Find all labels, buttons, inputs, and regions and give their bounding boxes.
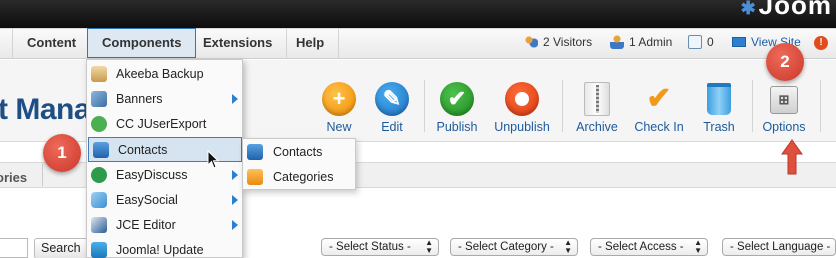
options-button[interactable]: ⊞ Options xyxy=(754,82,814,134)
menu-extensions[interactable]: Extensions xyxy=(189,29,288,59)
select-arrows-icon: ▲ ▼ xyxy=(425,238,433,255)
akeeba-icon xyxy=(91,65,107,82)
submenu-arrow-icon xyxy=(232,170,238,180)
publish-button[interactable]: ✔ Publish xyxy=(427,82,487,134)
submenu-item-categories[interactable]: Categories xyxy=(243,164,355,189)
toolbar-divider xyxy=(752,80,753,132)
admin-status[interactable]: 1 Admin xyxy=(610,35,672,49)
search-input[interactable] xyxy=(0,238,28,258)
menu-content[interactable]: Content xyxy=(12,29,92,59)
unpublish-icon xyxy=(505,82,539,116)
select-arrows-icon: ▲ ▼ xyxy=(564,238,572,255)
admin-menubar: Content Components Extensions Help 2 Vis… xyxy=(0,28,836,59)
select-category[interactable]: - Select Category - ▲ ▼ xyxy=(450,238,578,256)
jce-editor-icon xyxy=(91,216,107,233)
tab-categories[interactable]: ories xyxy=(0,170,27,185)
submenu-item-contacts[interactable]: Contacts xyxy=(243,139,355,164)
contacts-submenu: Contacts Categories xyxy=(242,138,356,190)
checkmark-icon: ✔ xyxy=(646,82,672,115)
categories-icon xyxy=(247,168,263,185)
toolbar-divider xyxy=(562,80,563,132)
submenu-arrow-icon xyxy=(232,94,238,104)
edit-button[interactable]: ✎ Edit xyxy=(362,82,422,134)
subnav-divider xyxy=(42,164,43,186)
logout-icon[interactable]: ! xyxy=(814,36,828,50)
submenu-arrow-icon xyxy=(232,195,238,205)
trash-button[interactable]: Trash xyxy=(689,82,749,134)
menu-help[interactable]: Help xyxy=(282,29,340,59)
menu-item-easysocial[interactable]: EasySocial xyxy=(87,187,242,212)
visitors-status[interactable]: 2 Visitors xyxy=(524,35,592,49)
top-bar: ✱Joom xyxy=(0,0,836,28)
juserexport-icon xyxy=(91,115,107,132)
easydiscuss-icon xyxy=(91,166,107,183)
pencil-icon: ✎ xyxy=(375,82,409,116)
joomla-logo[interactable]: ✱Joom xyxy=(741,0,832,21)
messages-status[interactable]: 0 xyxy=(688,35,714,49)
contacts-icon xyxy=(247,143,263,160)
trash-icon xyxy=(707,83,731,115)
select-status[interactable]: - Select Status - ▲ ▼ xyxy=(321,238,439,256)
plus-icon: + xyxy=(322,82,356,116)
toolbar-divider xyxy=(424,80,425,132)
red-arrow-icon xyxy=(781,139,803,175)
select-language[interactable]: - Select Language - xyxy=(722,238,836,256)
toolbar-divider xyxy=(820,80,821,132)
menu-item-akeeba-backup[interactable]: Akeeba Backup xyxy=(87,61,242,86)
select-arrows-icon: ▲ ▼ xyxy=(694,238,702,255)
new-button[interactable]: + New xyxy=(309,82,369,134)
menu-item-jce-editor[interactable]: JCE Editor xyxy=(87,212,242,237)
menu-item-joomla-update[interactable]: Joomla! Update xyxy=(87,237,242,258)
banners-icon xyxy=(91,90,107,107)
select-access[interactable]: - Select Access - ▲ ▼ xyxy=(590,238,708,256)
mouse-cursor-icon xyxy=(207,150,220,169)
menu-components[interactable]: Components xyxy=(87,28,197,58)
menu-item-banners[interactable]: Banners xyxy=(87,86,242,111)
archive-icon xyxy=(584,82,610,116)
message-icon xyxy=(688,35,702,49)
joomla-logo-icon: ✱ xyxy=(740,0,757,18)
options-icon: ⊞ xyxy=(770,86,798,114)
archive-button[interactable]: Archive xyxy=(567,82,627,134)
contacts-icon xyxy=(93,141,109,158)
callout-badge-2: 2 xyxy=(766,43,804,81)
admin-user-icon xyxy=(610,35,624,49)
callout-badge-1: 1 xyxy=(43,134,81,172)
menu-item-cc-juserexport[interactable]: CC JUserExport xyxy=(87,111,242,136)
check-circle-icon: ✔ xyxy=(440,82,474,116)
monitor-icon xyxy=(732,37,746,47)
easysocial-icon xyxy=(91,191,107,208)
search-button[interactable]: Search xyxy=(34,238,88,258)
users-icon xyxy=(524,35,538,49)
joomla-update-icon xyxy=(91,241,107,258)
check-in-button[interactable]: ✔ Check In xyxy=(629,82,689,134)
submenu-arrow-icon xyxy=(232,220,238,230)
unpublish-button[interactable]: Unpublish xyxy=(492,82,552,134)
